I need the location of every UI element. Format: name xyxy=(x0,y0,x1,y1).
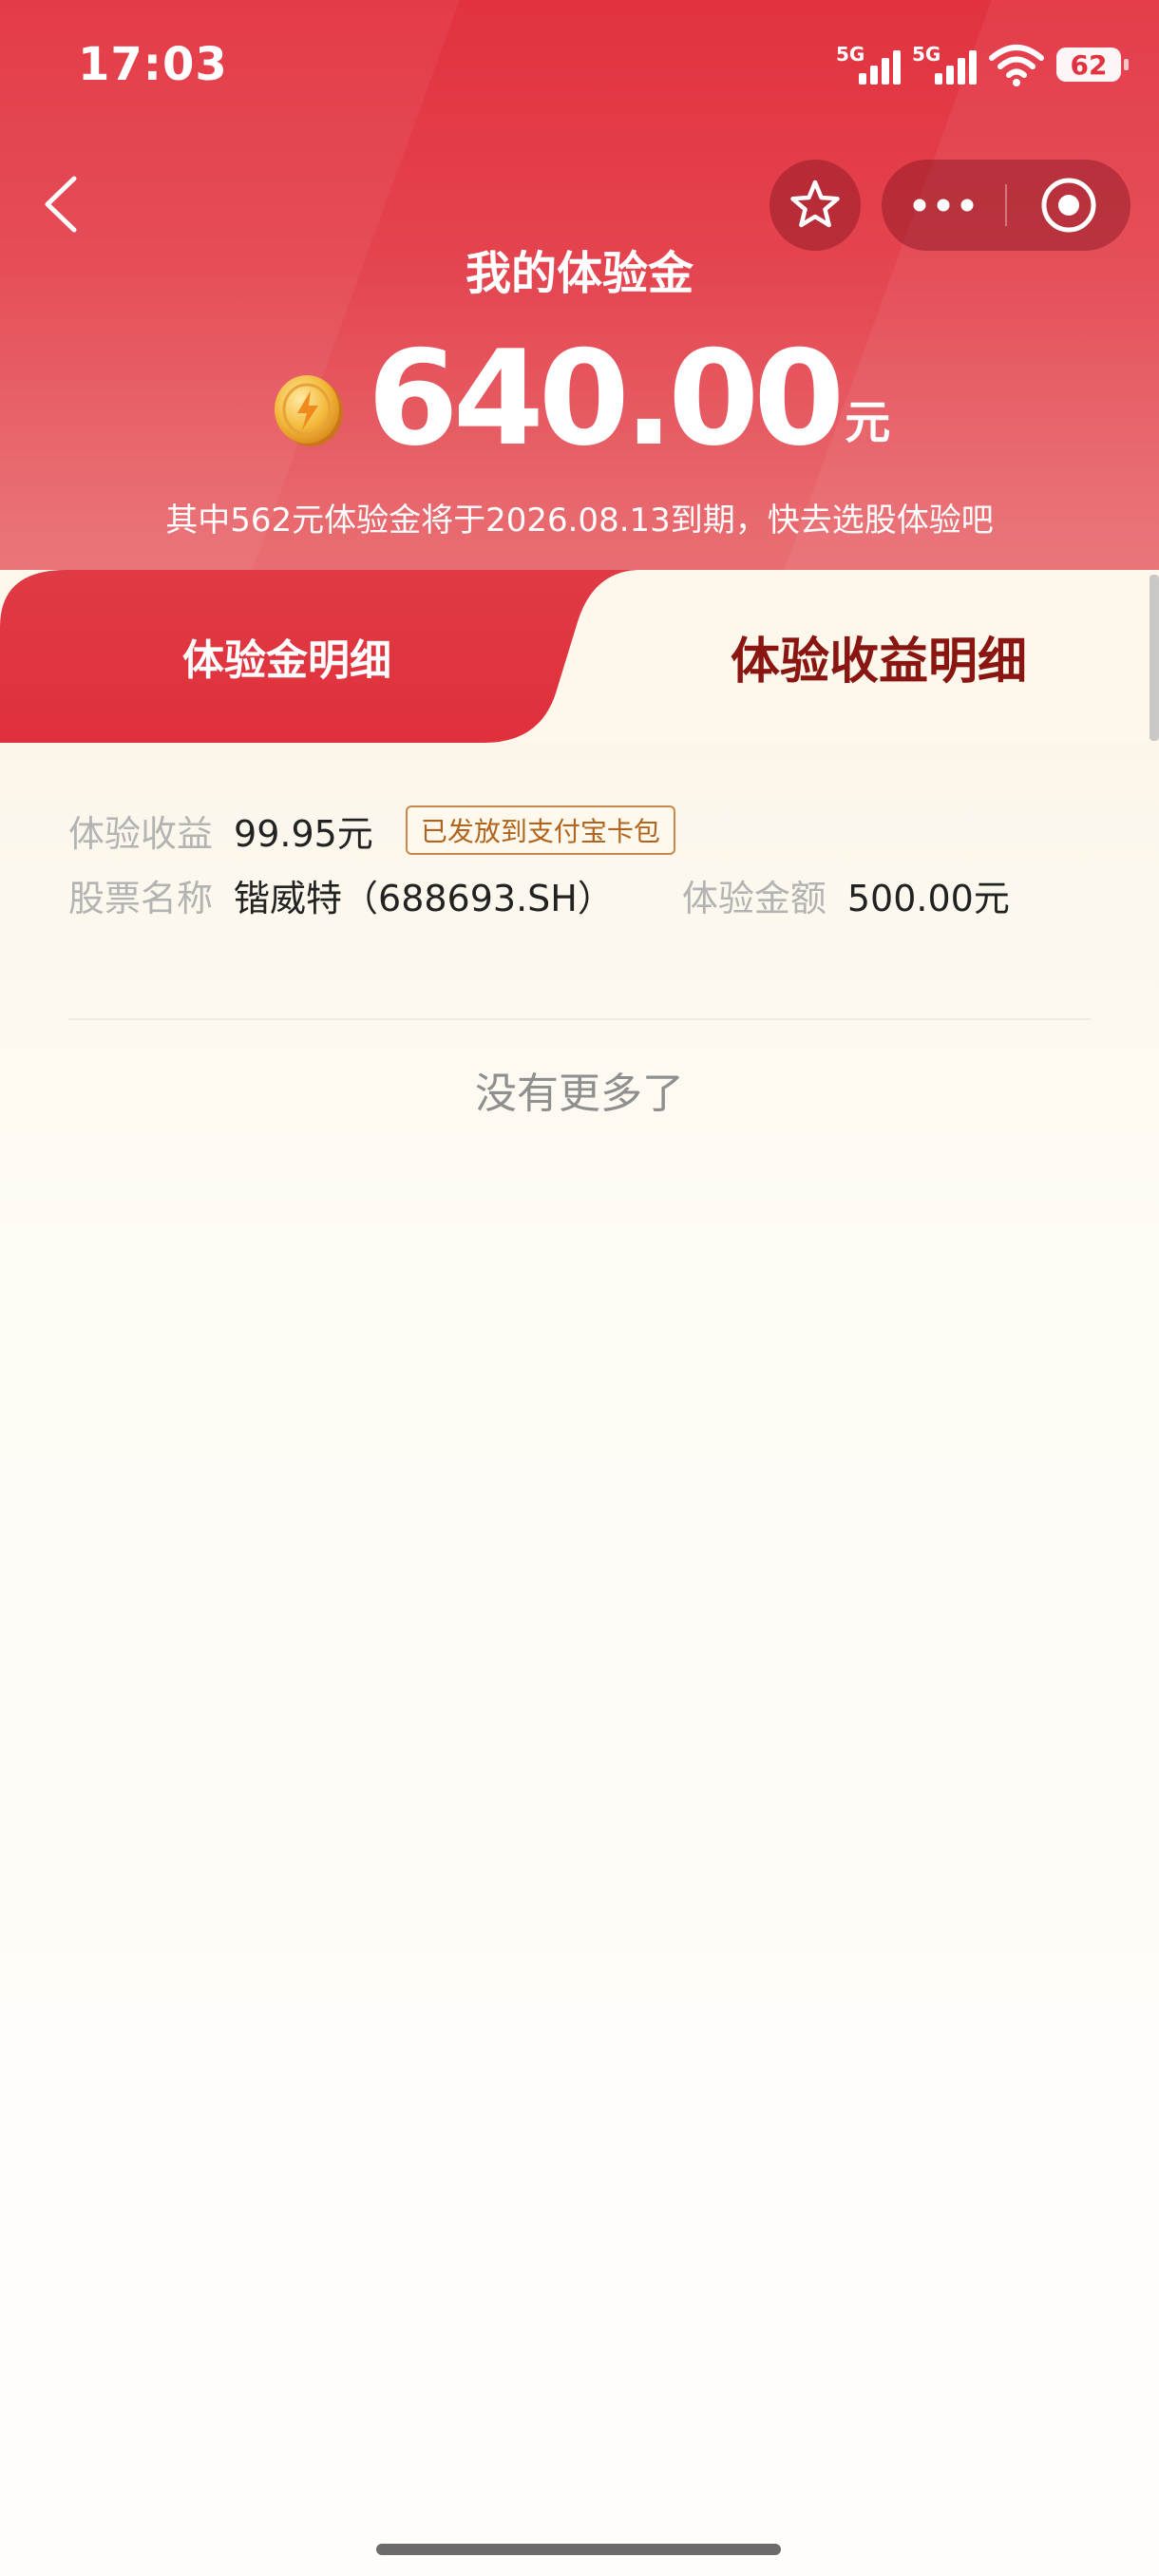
chevron-left-icon[interactable] xyxy=(38,171,86,237)
status-time: 17:03 xyxy=(78,38,228,91)
target-circle-icon xyxy=(1041,178,1096,233)
home-indicator[interactable] xyxy=(376,2544,781,2555)
expiry-note: 其中562元体验金将于2026.08.13到期，快去选股体验吧 xyxy=(165,502,994,540)
battery-icon: 62 xyxy=(1056,47,1129,82)
income-record: 体验收益 99.95元 已发放到支付宝卡包 股票名称 锴威特（688693.SH… xyxy=(68,798,1091,927)
income-row: 体验收益 99.95元 已发放到支付宝卡包 xyxy=(68,798,1091,862)
divider xyxy=(68,1018,1091,1020)
tab-income-details[interactable]: 体验收益明细 xyxy=(570,570,1159,743)
amount-value: 500.00元 xyxy=(846,877,1010,919)
signal-5g-icon: 5G xyxy=(836,41,901,88)
scrollbar[interactable] xyxy=(1150,575,1159,741)
balance-unit: 元 xyxy=(845,396,891,449)
status-icons: 5G 5G 62 xyxy=(836,36,1129,93)
income-label: 体验收益 xyxy=(68,812,214,855)
status-badge: 已发放到支付宝卡包 xyxy=(405,805,675,855)
amount-label: 体验金额 xyxy=(681,877,826,919)
signal-label: 5G xyxy=(912,43,941,66)
balance-amount: 640.00 xyxy=(367,322,846,475)
stock-row: 股票名称 锴威特（688693.SH） 体验金额 500.00元 xyxy=(68,862,1091,927)
wifi-icon xyxy=(989,45,1044,86)
tab-label: 体验金明细 xyxy=(182,636,391,685)
page-title: 我的体验金 xyxy=(465,247,694,300)
tab-label: 体验收益明细 xyxy=(730,633,1027,691)
balance-display: 640.00 元 xyxy=(0,328,1159,470)
star-icon xyxy=(790,180,840,228)
stock-value: 锴威特（688693.SH） xyxy=(234,877,614,919)
no-more-text: 没有更多了 xyxy=(475,1070,684,1118)
tab-balance-details[interactable]: 体验金明细 xyxy=(0,570,580,743)
signal-label: 5G xyxy=(836,43,865,66)
income-value: 99.95元 xyxy=(234,812,373,855)
stock-label: 股票名称 xyxy=(68,877,214,919)
signal-5g-icon: 5G xyxy=(912,41,977,88)
lightning-coin-icon xyxy=(274,375,343,446)
more-dots-icon xyxy=(913,199,974,212)
